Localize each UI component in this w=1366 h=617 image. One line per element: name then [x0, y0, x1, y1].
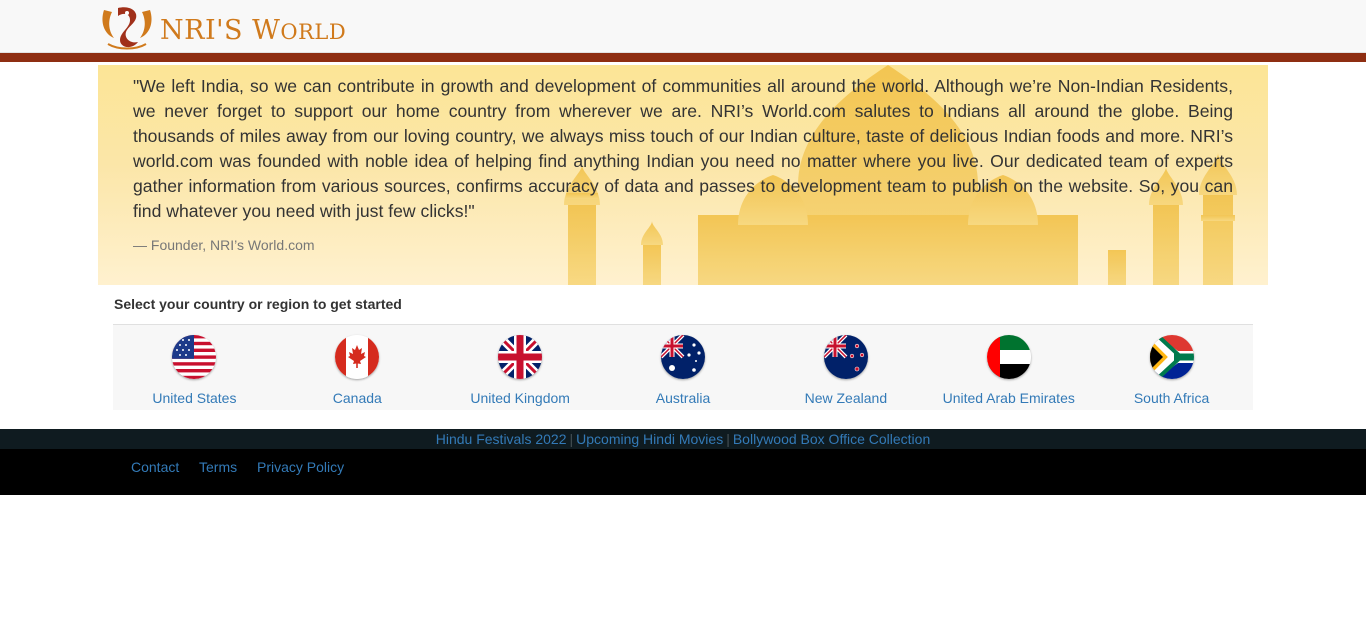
country-south-africa[interactable]: South Africa: [1090, 325, 1253, 410]
founder-quote-banner: "We left India, so we can contribute in …: [98, 65, 1268, 285]
country-select-heading: Select your country or region to get sta…: [114, 296, 402, 312]
australia-flag-icon: [661, 335, 705, 379]
country-australia[interactable]: Australia: [602, 325, 765, 410]
country-label: South Africa: [1133, 390, 1210, 406]
country-united-kingdom[interactable]: United Kingdom: [439, 325, 602, 410]
footer-privacy-policy-link[interactable]: Privacy Policy: [257, 459, 344, 475]
featured-links-bar: Hindu Festivals 2022 | Upcoming Hindi Movi…: [0, 429, 1366, 449]
link-separator: |: [569, 431, 574, 447]
country-united-arab-emirates[interactable]: United Arab Emirates: [927, 325, 1090, 410]
country-united-states[interactable]: United States: [113, 325, 276, 410]
footer-terms-link[interactable]: Terms: [199, 459, 237, 475]
uae-flag-icon: [986, 335, 1031, 379]
header-divider: [0, 53, 1366, 62]
site-footer: Contact Terms Privacy Policy: [0, 449, 1366, 495]
country-label: United Arab Emirates: [942, 390, 1075, 406]
ganesha-logo-icon: [102, 7, 152, 50]
site-logo-text: NRI'S WORLD: [160, 14, 347, 46]
us-flag-icon: [172, 335, 217, 379]
country-canada[interactable]: Canada: [276, 325, 439, 410]
link-upcoming-hindi-movies[interactable]: Upcoming Hindi Movies: [576, 431, 723, 447]
new-zealand-flag-icon: [823, 335, 868, 379]
link-separator: |: [726, 431, 730, 447]
country-new-zealand[interactable]: New Zealand: [764, 325, 927, 410]
country-label: Canada: [332, 390, 382, 406]
south-africa-flag-icon: [1149, 335, 1194, 379]
site-logo-link[interactable]: NRI'S WORLD: [98, 4, 346, 52]
country-label: United States: [152, 390, 237, 406]
founder-quote: "We left India, so we can contribute in …: [133, 76, 1233, 221]
link-bollywood-box-office[interactable]: Bollywood Box Office Collection: [733, 431, 930, 447]
uk-flag-icon: [498, 335, 543, 379]
country-label: Australia: [655, 390, 711, 406]
link-hindu-festivals[interactable]: Hindu Festivals 2022: [436, 431, 567, 447]
canada-flag-icon: [335, 335, 380, 379]
country-label: United Kingdom: [470, 390, 570, 406]
site-header: NRI'S WORLD: [0, 0, 1366, 53]
country-list: United States Canada United Kingdom Aust…: [113, 324, 1253, 410]
country-label: New Zealand: [804, 390, 888, 406]
footer-contact-link[interactable]: Contact: [131, 459, 179, 475]
quote-attribution: — Founder, NRI’s World.com: [133, 237, 315, 253]
